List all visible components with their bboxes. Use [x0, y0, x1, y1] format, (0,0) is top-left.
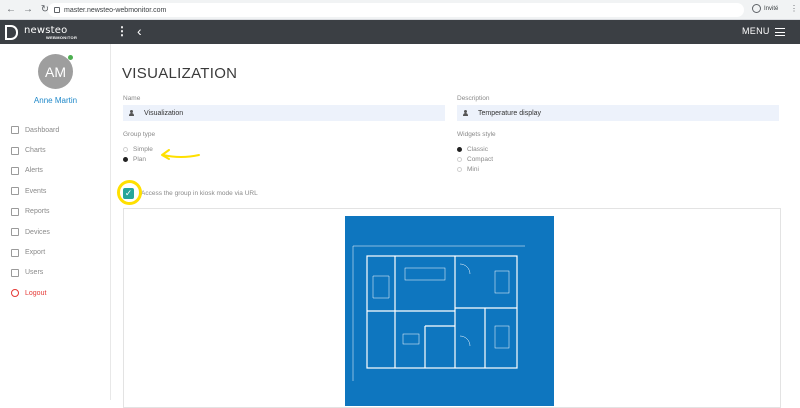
- name-value: Visualization: [144, 109, 184, 117]
- kiosk-label: Access the group in kiosk mode via URL: [141, 190, 258, 197]
- radio-label: Simple: [133, 146, 153, 153]
- grid-icon: [11, 228, 19, 237]
- widgets-style-mini-radio[interactable]: Mini: [457, 166, 479, 173]
- user-icon: [129, 110, 134, 116]
- sidebar-toggle-icon[interactable]: ⋮: [116, 24, 128, 38]
- back-chevron-icon[interactable]: ‹: [137, 22, 142, 40]
- bell-icon: [11, 166, 19, 175]
- sidebar-item-logout[interactable]: Logout: [0, 283, 111, 303]
- name-label: Name: [123, 95, 141, 102]
- profile-icon: [752, 4, 761, 13]
- sidebar-item-label: Events: [25, 187, 47, 195]
- radio-selected: [457, 147, 462, 152]
- forward-arrow-icon[interactable]: →: [22, 4, 34, 16]
- name-field[interactable]: Visualization: [123, 105, 445, 121]
- sidebar-item-label: Reports: [25, 208, 50, 216]
- group-type-plan-radio[interactable]: Plan: [123, 156, 146, 163]
- sidebar-item-label: Users: [25, 269, 44, 277]
- widgets-style-label: Widgets style: [457, 131, 496, 138]
- sidebar-item-label: Devices: [25, 228, 50, 236]
- lock-icon: [54, 7, 60, 13]
- widgets-style-classic-radio[interactable]: Classic: [457, 146, 488, 153]
- radio-selected: [123, 157, 128, 162]
- logo-subtitle: WEBMONITOR: [46, 34, 78, 40]
- back-arrow-icon[interactable]: ←: [5, 4, 17, 16]
- group-type-label: Group type: [123, 131, 156, 138]
- sidebar-item-label: Dashboard: [25, 126, 60, 134]
- sidebar-item-events[interactable]: Events: [0, 181, 111, 201]
- user-name[interactable]: Anne Martin: [0, 96, 111, 105]
- radio-label: Plan: [133, 156, 147, 163]
- floor-plan-image[interactable]: [345, 216, 554, 406]
- description-value: Temperature display: [478, 109, 542, 117]
- profile-label: Invité: [764, 5, 779, 12]
- monitor-icon: [11, 126, 19, 135]
- chart-icon: [11, 146, 19, 155]
- group-type-simple-radio[interactable]: Simple: [123, 146, 153, 153]
- cloud-icon: [11, 248, 19, 257]
- radio-label: Compact: [467, 156, 494, 163]
- address-url: master.newsteo-webmonitor.com: [64, 6, 167, 14]
- page-title: VISUALIZATION: [122, 65, 238, 82]
- radio-label: Classic: [467, 146, 488, 153]
- sidebar-item-devices[interactable]: Devices: [0, 222, 111, 242]
- hamburger-icon[interactable]: [775, 28, 785, 36]
- power-icon: [11, 289, 19, 298]
- widgets-style-compact-radio[interactable]: Compact: [457, 156, 493, 163]
- sidebar: AM Anne Martin Dashboard Charts Alerts E…: [0, 44, 111, 400]
- logo-name: newsteo: [24, 24, 68, 36]
- sidebar-item-users[interactable]: Users: [0, 263, 111, 283]
- sidebar-item-charts[interactable]: Charts: [0, 140, 111, 160]
- online-status-dot: [68, 55, 73, 60]
- radio-label: Mini: [467, 166, 479, 173]
- paperclip-icon: [11, 187, 19, 196]
- radio-empty: [123, 147, 128, 152]
- kiosk-checkbox[interactable]: ✓: [123, 188, 134, 199]
- radio-empty: [457, 167, 462, 172]
- sidebar-item-dashboard[interactable]: Dashboard: [0, 120, 111, 140]
- annotation-arrow-icon: [161, 149, 200, 160]
- address-bar[interactable]: master.newsteo-webmonitor.com: [48, 3, 744, 17]
- description-label: Description: [457, 95, 490, 102]
- browser-toolbar: ← → ↻ master.newsteo-webmonitor.com Invi…: [0, 0, 800, 20]
- app-header: newsteo WEBMONITOR ⋮ ‹ MENU: [0, 20, 800, 44]
- sidebar-item-label: Logout: [25, 289, 47, 297]
- main-content: VISUALIZATION Name Visualization Descrip…: [111, 44, 800, 408]
- browser-menu-icon[interactable]: ⋮: [790, 4, 798, 13]
- description-field[interactable]: Temperature display: [457, 105, 779, 121]
- sidebar-item-label: Export: [25, 249, 46, 257]
- kiosk-mode-option: ✓ Access the group in kiosk mode via URL: [117, 180, 258, 205]
- user-icon: [11, 268, 19, 277]
- sidebar-item-reports[interactable]: Reports: [0, 202, 111, 222]
- browser-profile[interactable]: Invité: [752, 4, 778, 13]
- menu-button[interactable]: MENU: [742, 26, 770, 36]
- book-icon: [11, 207, 19, 216]
- logo-mark-icon: [5, 25, 18, 40]
- radio-empty: [457, 157, 462, 162]
- user-icon: [463, 110, 468, 116]
- sidebar-item-export[interactable]: Export: [0, 242, 111, 262]
- sidebar-nav: Dashboard Charts Alerts Events Reports D…: [0, 120, 111, 304]
- sidebar-item-label: Alerts: [25, 167, 43, 175]
- sidebar-item-label: Charts: [25, 147, 46, 155]
- sidebar-item-alerts[interactable]: Alerts: [0, 161, 111, 181]
- newsteo-logo[interactable]: newsteo WEBMONITOR: [5, 24, 105, 41]
